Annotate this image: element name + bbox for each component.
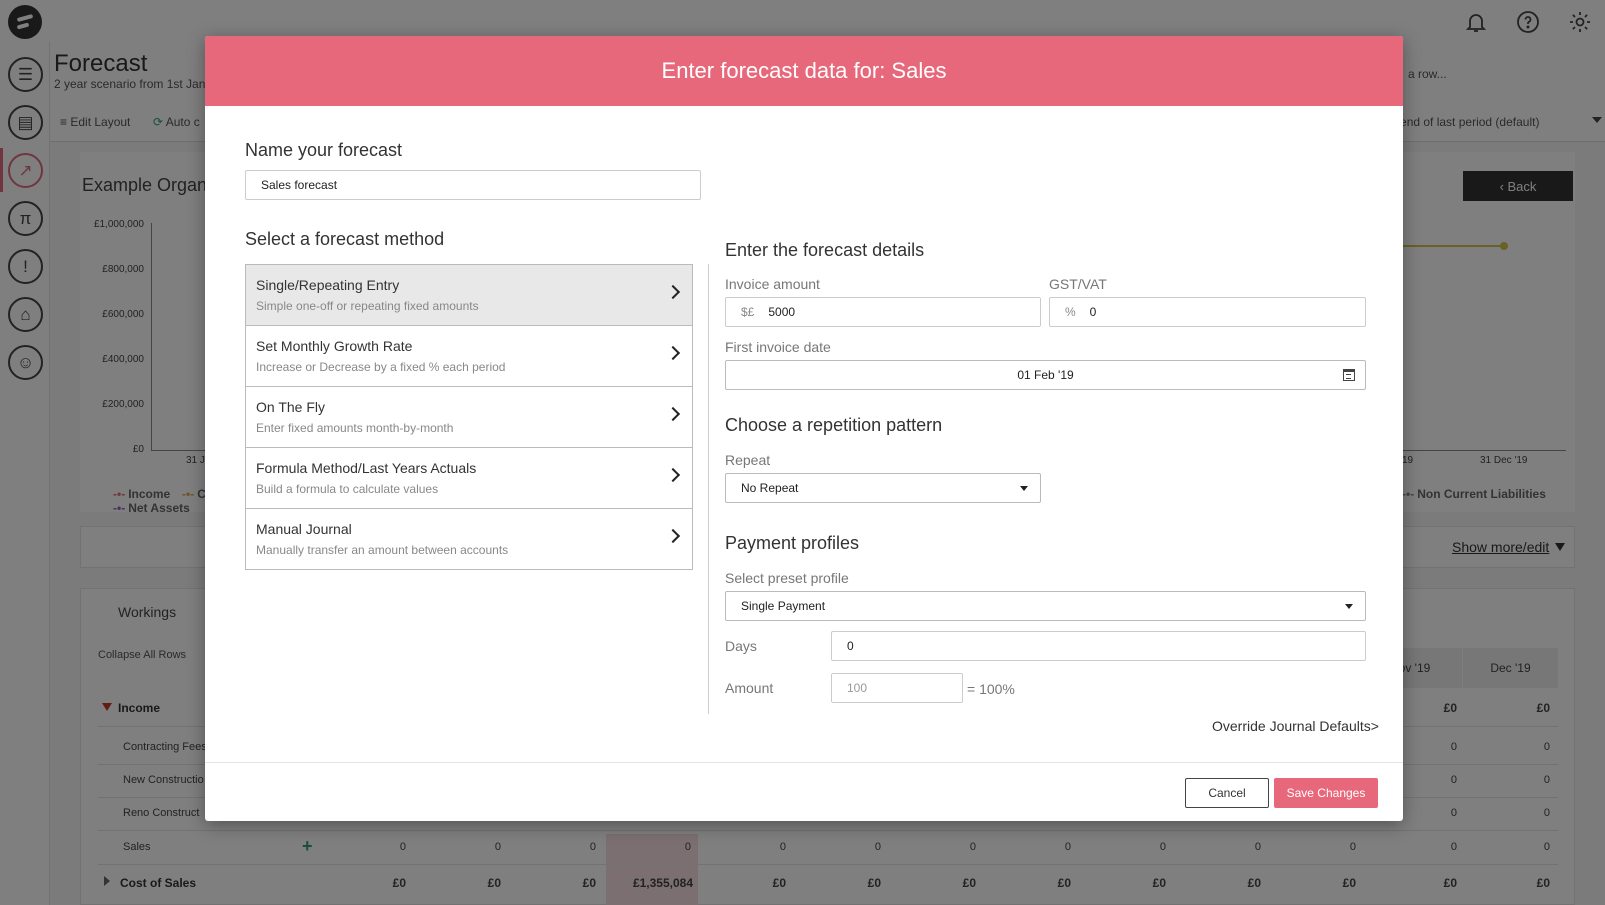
caret-down-icon <box>1345 604 1353 609</box>
method-on-the-fly[interactable]: On The Fly Enter fixed amounts month-by-… <box>246 387 692 448</box>
caret-down-icon <box>1020 486 1028 491</box>
override-journal-defaults-link[interactable]: Override Journal Defaults> <box>1212 718 1379 734</box>
amount-suffix: = 100% <box>967 681 1015 697</box>
method-desc: Simple one-off or repeating fixed amount… <box>256 299 479 313</box>
invoice-amount-input[interactable]: $£ 5000 <box>725 297 1041 327</box>
method-desc: Build a formula to calculate values <box>256 482 439 496</box>
first-invoice-date-value: 01 Feb '19 <box>1017 368 1074 382</box>
method-desc: Manually transfer an amount between acco… <box>256 543 509 557</box>
method-single-repeating[interactable]: Single/Repeating Entry Simple one-off or… <box>246 265 692 326</box>
method-title: On The Fly <box>256 399 325 415</box>
details-label: Enter the forecast details <box>725 240 925 260</box>
method-monthly-growth[interactable]: Set Monthly Growth Rate Increase or Decr… <box>246 326 692 387</box>
column-divider <box>708 264 709 714</box>
forecast-modal: Enter forecast data for: Sales Name your… <box>205 36 1403 821</box>
gst-label: GST/VAT <box>1049 276 1107 292</box>
days-input[interactable]: 0 <box>831 631 1366 661</box>
first-invoice-date-input[interactable]: 01 Feb '19 <box>725 360 1366 390</box>
currency-prefix: $£ <box>741 305 755 319</box>
save-changes-button[interactable]: Save Changes <box>1274 778 1378 808</box>
payment-profiles-label: Payment profiles <box>725 533 860 553</box>
preset-profile-label: Select preset profile <box>725 570 849 586</box>
method-formula[interactable]: Formula Method/Last Years Actuals Build … <box>246 448 692 509</box>
method-list: Single/Repeating Entry Simple one-off or… <box>245 264 693 570</box>
forecast-name-input[interactable]: Sales forecast <box>245 170 701 200</box>
repeat-value: No Repeat <box>741 481 799 495</box>
repetition-label: Choose a repetition pattern <box>725 415 943 435</box>
method-title: Single/Repeating Entry <box>256 277 400 293</box>
repeat-select[interactable]: No Repeat <box>725 473 1041 503</box>
repeat-label: Repeat <box>725 452 771 468</box>
calendar-icon[interactable] <box>1343 369 1355 381</box>
cancel-button[interactable]: Cancel <box>1185 778 1269 808</box>
method-title: Formula Method/Last Years Actuals <box>256 460 477 476</box>
percent-prefix: % <box>1065 305 1076 319</box>
preset-profile-value: Single Payment <box>741 599 826 613</box>
method-title: Set Monthly Growth Rate <box>256 338 413 354</box>
name-forecast-label: Name your forecast <box>245 140 403 160</box>
gst-value: 0 <box>1089 305 1097 319</box>
modal-footer-divider <box>205 762 1403 763</box>
method-title: Manual Journal <box>256 521 352 537</box>
first-invoice-label: First invoice date <box>725 339 831 355</box>
invoice-amount-label: Invoice amount <box>725 276 820 292</box>
method-label: Select a forecast method <box>245 229 445 249</box>
gst-input[interactable]: % 0 <box>1049 297 1366 327</box>
amount-label: Amount <box>725 680 774 696</box>
method-desc: Increase or Decrease by a fixed % each p… <box>256 360 506 374</box>
preset-profile-select[interactable]: Single Payment <box>725 591 1366 621</box>
amount-input[interactable]: 100 <box>831 673 963 703</box>
days-label: Days <box>725 638 757 654</box>
method-manual-journal[interactable]: Manual Journal Manually transfer an amou… <box>246 509 692 569</box>
invoice-amount-value: 5000 <box>768 305 796 319</box>
modal-title: Enter forecast data for: Sales <box>205 36 1403 106</box>
method-desc: Enter fixed amounts month-by-month <box>256 421 454 435</box>
